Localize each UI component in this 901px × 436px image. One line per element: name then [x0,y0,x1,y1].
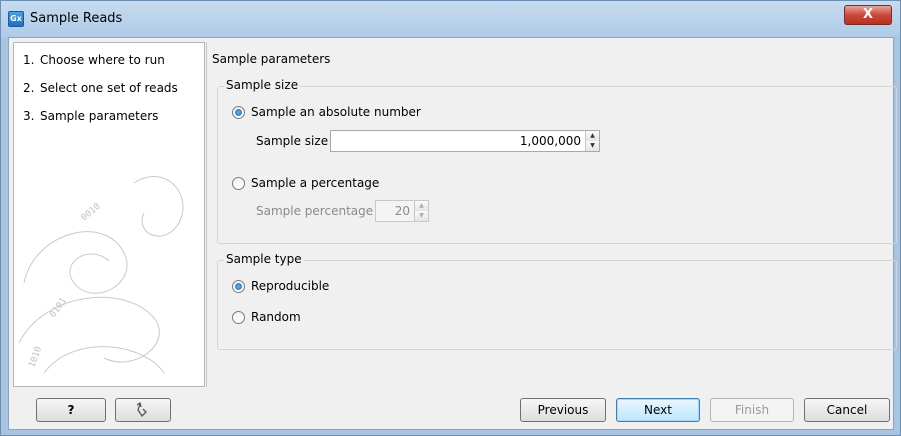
step-number: 1. [23,53,35,67]
radio-unchecked-icon[interactable] [232,310,245,324]
step-number: 2. [23,81,35,95]
svg-text:1010: 1010 [27,345,44,369]
steps-panel: 1. Choose where to run 2. Select one set o… [13,42,205,387]
reproducible-label: Reproducible [251,279,330,293]
step-label: Sample parameters [40,109,159,123]
step-choose-where-to-run: 1. Choose where to run [23,53,165,67]
sample-percentage-label: Sample percentage [256,204,374,218]
absolute-number-label: Sample an absolute number [251,105,421,119]
sample-size-label: Sample size [256,134,329,148]
step-label: Choose where to run [40,53,165,67]
finish-button[interactable]: Finish [710,398,794,422]
stepper-up-icon[interactable]: ▲ [586,131,599,141]
app-icon: Gx [8,11,24,27]
radio-checked-icon[interactable] [232,279,245,293]
decorative-swirl-icon: 0010 0101 1010 [18,176,184,374]
svg-text:0010: 0010 [80,202,103,224]
sample-size-stepper[interactable]: 1,000,000 ▲ ▼ [330,130,600,152]
help-button[interactable]: ? [36,398,106,422]
reset-arrow-icon [136,401,147,418]
title-bar[interactable]: Gx Sample Reads X [1,1,900,37]
next-button[interactable]: Next [616,398,700,422]
sample-size-legend: Sample size [224,78,301,92]
svg-text:0101: 0101 [48,296,69,320]
random-radio[interactable]: Random [232,310,301,324]
cancel-button[interactable]: Cancel [804,398,890,422]
button-bar: ? Previous Next Finish Cancel [9,390,893,429]
stepper-down-icon[interactable]: ▼ [586,141,599,151]
stepper-arrows[interactable]: ▲ ▼ [585,131,599,151]
dialog-window: Gx Sample Reads X 1. Choose where to run … [0,0,901,436]
reset-button[interactable] [115,398,171,422]
step-number: 3. [23,109,35,123]
section-title: Sample parameters [212,52,331,66]
sample-size-value[interactable]: 1,000,000 [331,131,585,151]
sample-type-group: Sample type Reproducible Random [217,252,897,350]
stepper-arrows[interactable]: ▲ ▼ [414,201,428,221]
stepper-up-icon[interactable]: ▲ [415,201,428,211]
close-button[interactable]: X [844,5,892,25]
sample-percentage-value[interactable]: 20 [376,201,414,221]
stepper-down-icon[interactable]: ▼ [415,211,428,221]
close-icon: X [862,7,874,22]
panel-divider [206,42,207,387]
sample-percentage-stepper[interactable]: 20 ▲ ▼ [375,200,429,222]
step-select-reads: 2. Select one set of reads [23,81,178,95]
dialog-body: 1. Choose where to run 2. Select one set o… [8,37,897,430]
sample-size-group: Sample size Sample an absolute number Sa… [217,78,897,244]
percentage-radio[interactable]: Sample a percentage [232,176,379,190]
absolute-number-radio[interactable]: Sample an absolute number [232,105,421,119]
step-sample-parameters: 3. Sample parameters [23,109,158,123]
sample-type-legend: Sample type [224,252,304,266]
step-label: Select one set of reads [40,81,178,95]
previous-button[interactable]: Previous [520,398,606,422]
radio-checked-icon[interactable] [232,105,245,119]
percentage-label: Sample a percentage [251,176,380,190]
radio-unchecked-icon[interactable] [232,176,245,190]
window-title: Sample Reads [30,11,123,26]
reproducible-radio[interactable]: Reproducible [232,279,329,293]
random-label: Random [251,310,301,324]
